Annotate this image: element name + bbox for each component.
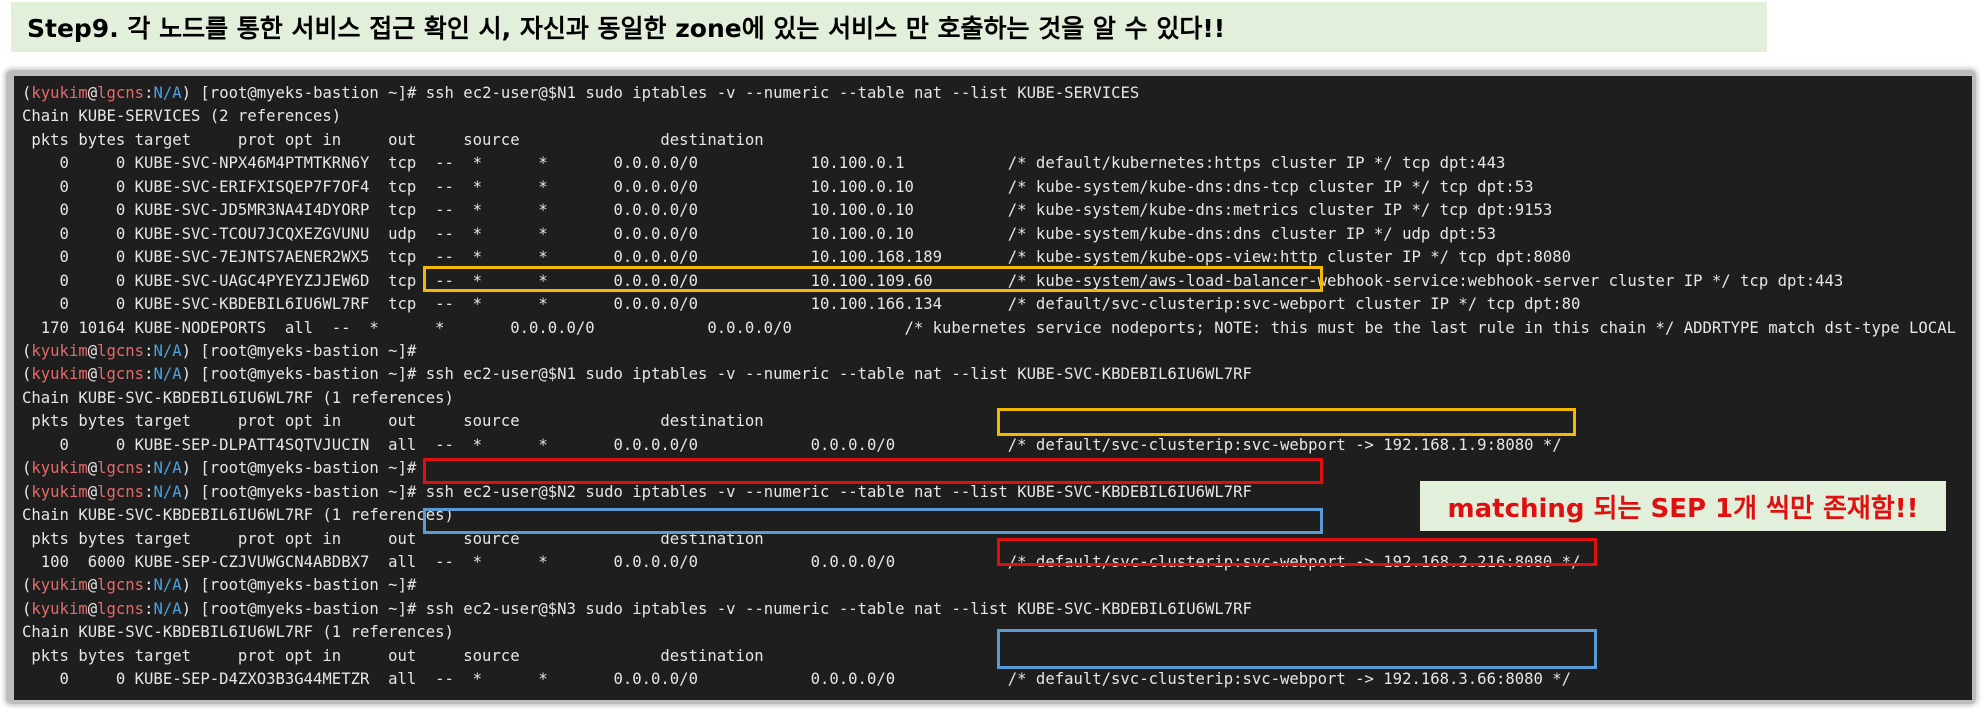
terminal-output-line: 170 10164 KUBE-NODEPORTS all -- * * 0.0.…	[22, 318, 1956, 337]
terminal-command: ssh ec2-user@$N1 sudo iptables -v --nume…	[425, 84, 1140, 102]
prompt-open-paren: (	[22, 599, 32, 618]
terminal-output-line: pkts bytes target prot opt in out source…	[22, 646, 764, 665]
prompt-open-paren: (	[22, 365, 32, 384]
callout-text: matching 되는 SEP 1개 씩만 존재함!!	[1447, 493, 1919, 524]
prompt-close-paren: )	[181, 341, 192, 360]
terminal-output-line: 0 0 KUBE-SVC-TCOU7JCQXEZGVUNU udp -- * *…	[22, 224, 1496, 243]
prompt-shell: [root@myeks-bastion ~]#	[191, 341, 426, 360]
prompt-shell: [root@myeks-bastion ~]#	[191, 599, 426, 618]
prompt-close-paren: )	[181, 459, 192, 478]
terminal-output-line: 0 0 KUBE-SVC-NPX46M4PTMTKRN6Y tcp -- * *…	[22, 154, 1506, 173]
prompt-at: @	[87, 459, 98, 478]
prompt-at: @	[87, 599, 98, 618]
prompt-user: kyukim	[31, 459, 88, 478]
prompt-open-paren: (	[22, 341, 32, 360]
prompt-host: lgcns	[97, 84, 145, 102]
prompt-user: kyukim	[31, 341, 88, 360]
prompt-host: lgcns	[97, 599, 145, 618]
prompt-at: @	[87, 341, 98, 360]
terminal-output-line: Chain KUBE-SVC-KBDEBIL6IU6WL7RF (1 refer…	[22, 506, 454, 525]
terminal-output-line: 0 0 KUBE-SVC-KBDEBIL6IU6WL7RF tcp -- * *…	[22, 295, 1581, 314]
terminal-output-line: Chain KUBE-SERVICES (2 references)	[22, 107, 342, 126]
prompt-close-paren: )	[181, 365, 192, 384]
terminal-output-line: Chain KUBE-SVC-KBDEBIL6IU6WL7RF (1 refer…	[22, 388, 454, 407]
prompt-user: kyukim	[31, 84, 88, 102]
prompt-path: N/A	[153, 576, 182, 595]
prompt-host: lgcns	[97, 341, 145, 360]
prompt-close-paren: )	[181, 482, 192, 501]
prompt-open-paren: (	[22, 576, 32, 595]
terminal-prompt-line: (kyukim@lgcns:N/A) [root@myeks-bastion ~…	[22, 481, 1252, 505]
terminal-output-line: 0 0 KUBE-SVC-JD5MR3NA4I4DYORP tcp -- * *…	[22, 201, 1553, 220]
prompt-user: kyukim	[31, 576, 88, 595]
terminal-output-line: 0 0 KUBE-SVC-ERIFXISQEP7F7OF4 tcp -- * *…	[22, 177, 1534, 196]
terminal-prompt-line: (kyukim@lgcns:N/A) [root@myeks-bastion ~…	[22, 457, 426, 481]
prompt-path: N/A	[153, 341, 182, 360]
prompt-open-paren: (	[22, 459, 32, 478]
prompt-host: lgcns	[97, 459, 145, 478]
prompt-open-paren: (	[22, 84, 32, 102]
terminal-output-line: pkts bytes target prot opt in out source…	[22, 529, 764, 548]
prompt-at: @	[87, 84, 98, 102]
prompt-at: @	[87, 365, 98, 384]
prompt-path: N/A	[153, 84, 182, 102]
terminal-output-line: pkts bytes target prot opt in out source…	[22, 412, 764, 431]
prompt-shell: [root@myeks-bastion ~]#	[191, 365, 426, 384]
prompt-path: N/A	[153, 459, 182, 478]
prompt-shell: [root@myeks-bastion ~]#	[191, 84, 426, 102]
prompt-at: @	[87, 576, 98, 595]
terminal-output-line: 0 0 KUBE-SVC-UAGC4PYEYZJJEW6D tcp -- * *…	[22, 271, 1844, 290]
prompt-path: N/A	[153, 365, 182, 384]
prompt-host: lgcns	[97, 365, 145, 384]
prompt-user: kyukim	[31, 365, 88, 384]
prompt-shell: [root@myeks-bastion ~]#	[191, 482, 426, 501]
prompt-at: @	[87, 482, 98, 501]
prompt-close-paren: )	[181, 84, 192, 102]
prompt-host: lgcns	[97, 576, 145, 595]
prompt-close-paren: )	[181, 576, 192, 595]
step-banner: Step9. 각 노드를 통한 서비스 접근 확인 시, 자신과 동일한 zon…	[11, 2, 1767, 52]
terminal-output-line: 100 6000 KUBE-SEP-CZJVUWGCN4ABDBX7 all -…	[22, 553, 1581, 571]
prompt-close-paren: )	[181, 599, 192, 618]
terminal-command: ssh ec2-user@$N1 sudo iptables -v --nume…	[425, 365, 1252, 384]
callout-note: matching 되는 SEP 1개 씩만 존재함!!	[1420, 481, 1946, 531]
prompt-user: kyukim	[31, 482, 88, 501]
prompt-open-paren: (	[22, 482, 32, 501]
terminal-window[interactable]: (kyukim@lgcns:N/A) [root@myeks-bastion ~…	[14, 76, 1972, 700]
terminal-prompt-line: (kyukim@lgcns:N/A) [root@myeks-bastion ~…	[22, 574, 426, 598]
terminal-command: ssh ec2-user@$N3 sudo iptables -v --nume…	[425, 599, 1252, 618]
step-banner-text: Step9. 각 노드를 통한 서비스 접근 확인 시, 자신과 동일한 zon…	[27, 14, 1226, 43]
terminal-output-line: pkts bytes target prot opt in out source…	[22, 130, 764, 149]
terminal-output-line: Chain KUBE-SVC-KBDEBIL6IU6WL7RF (1 refer…	[22, 623, 454, 642]
prompt-host: lgcns	[97, 482, 145, 501]
prompt-user: kyukim	[31, 599, 88, 618]
terminal-prompt-line: (kyukim@lgcns:N/A) [root@myeks-bastion ~…	[22, 340, 426, 364]
terminal-output-line: 0 0 KUBE-SEP-D4ZXO3B3G44METZR all -- * *…	[22, 670, 1572, 689]
terminal-output-line: 0 0 KUBE-SVC-7EJNTS7AENER2WX5 tcp -- * *…	[22, 248, 1572, 267]
terminal-command: ssh ec2-user@$N2 sudo iptables -v --nume…	[425, 482, 1252, 501]
prompt-shell: [root@myeks-bastion ~]#	[191, 576, 426, 595]
terminal-prompt-line: (kyukim@lgcns:N/A) [root@myeks-bastion ~…	[22, 82, 1139, 106]
prompt-shell: [root@myeks-bastion ~]#	[191, 459, 426, 478]
terminal-prompt-line: (kyukim@lgcns:N/A) [root@myeks-bastion ~…	[22, 363, 1252, 387]
prompt-path: N/A	[153, 599, 182, 618]
prompt-path: N/A	[153, 482, 182, 501]
terminal-output-line: 0 0 KUBE-SEP-DLPATT4SQTVJUCIN all -- * *…	[22, 435, 1562, 454]
terminal-prompt-line: (kyukim@lgcns:N/A) [root@myeks-bastion ~…	[22, 598, 1252, 622]
